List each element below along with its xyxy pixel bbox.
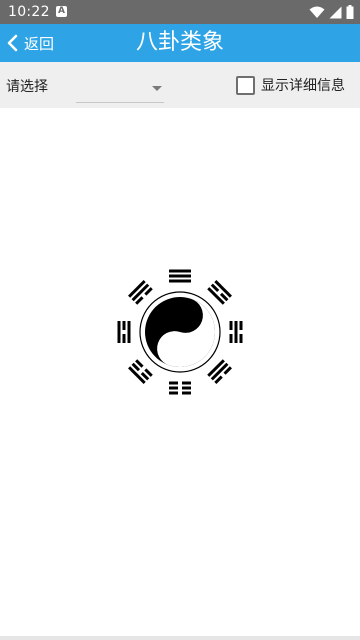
back-button[interactable]: 返回: [6, 24, 54, 62]
trigram-top-left: [128, 280, 153, 305]
status-time: 10:22: [8, 4, 50, 20]
status-icons: [309, 5, 354, 19]
status-bar: 10:22 A: [0, 0, 360, 24]
signal-icon: [329, 6, 342, 18]
trigram-top-right: [207, 280, 232, 305]
show-details-checkbox[interactable]: [236, 75, 255, 95]
chevron-left-icon: [7, 34, 18, 52]
trigram-top: [169, 269, 191, 283]
filter-toolbar: 请选择 显示详细信息: [0, 62, 360, 108]
bagua-svg: [117, 269, 243, 395]
trigram-right: [229, 321, 243, 343]
dropdown-arrow-icon: [152, 86, 162, 91]
bottom-edge: [0, 636, 360, 640]
trigram-dropdown[interactable]: [76, 74, 164, 103]
trigram-bottom-right: [207, 359, 232, 384]
trigram-bottom-left: [128, 359, 153, 384]
show-details-label: 显示详细信息: [261, 78, 345, 94]
select-label: 请选择: [6, 79, 48, 95]
trigram-bottom: [169, 381, 191, 395]
wifi-icon: [309, 6, 325, 18]
a-notification-icon: A: [56, 6, 67, 17]
app-bar: 返回 八卦类象: [0, 24, 360, 62]
show-details-toggle[interactable]: 显示详细信息: [236, 74, 345, 96]
battery-icon: [346, 5, 354, 19]
back-label: 返回: [24, 34, 55, 53]
yin-yang-icon: [145, 297, 215, 367]
bagua-taiji-diagram: [110, 262, 250, 402]
trigram-left: [117, 321, 131, 343]
